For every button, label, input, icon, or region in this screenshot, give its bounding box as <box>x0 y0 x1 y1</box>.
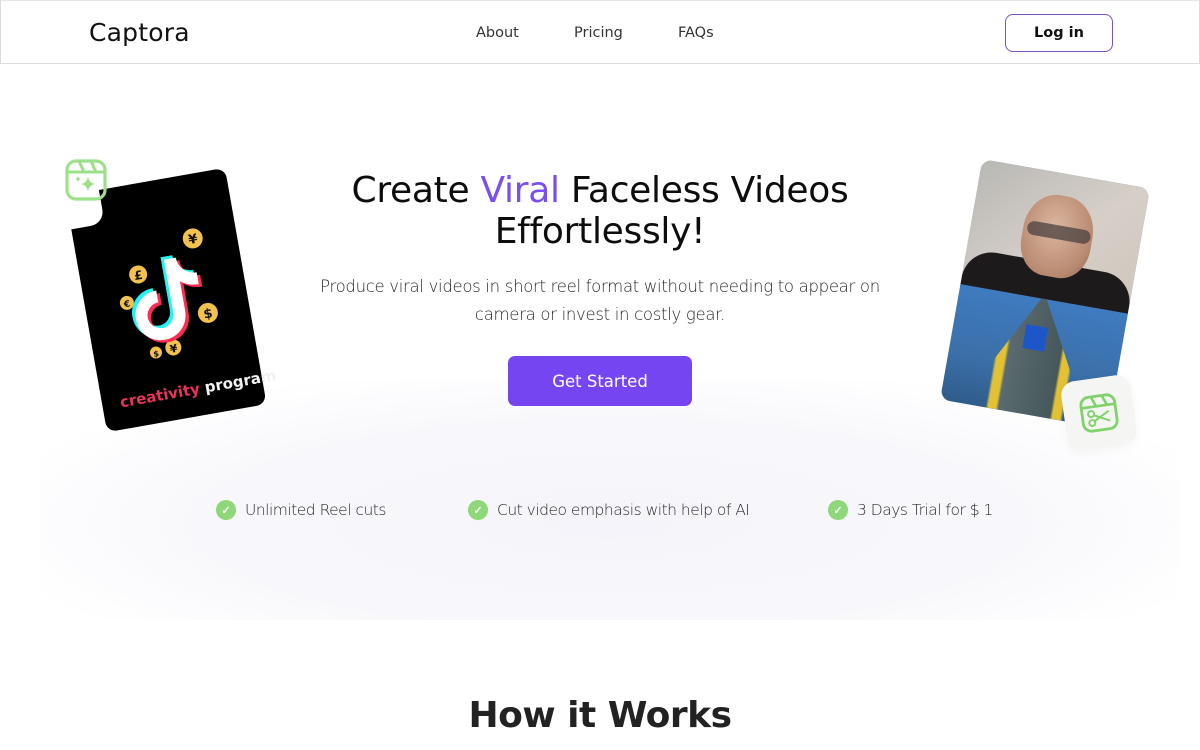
feature-label: Unlimited Reel cuts <box>245 501 386 519</box>
feature-label: Cut video emphasis with help of AI <box>497 501 750 519</box>
reel-scissors-badge <box>1059 373 1139 453</box>
feature-item: ✓ 3 Days Trial for $ 1 <box>828 500 993 520</box>
login-button[interactable]: Log in <box>1005 14 1113 52</box>
get-started-button[interactable]: Get Started <box>508 356 692 406</box>
gameplay-vehicle <box>1022 324 1049 352</box>
tiktok-logo-icon: ¥ £ € $ $ ¥ <box>119 228 218 359</box>
top-navbar: Captora About Pricing FAQs Log in <box>0 0 1200 64</box>
check-circle-icon: ✓ <box>828 500 848 520</box>
hero-subtitle: Produce viral videos in short reel forma… <box>320 277 880 324</box>
reel-scissors-icon <box>1079 393 1119 433</box>
coin-icon: £ <box>129 265 148 284</box>
feature-item: ✓ Cut video emphasis with help of AI <box>468 500 750 520</box>
feature-list: ✓ Unlimited Reel cuts ✓ Cut video emphas… <box>0 500 1200 524</box>
nav-link-about[interactable]: About <box>476 25 519 41</box>
hero-title: Create Viral Faceless Videos Effortlessl… <box>300 170 900 252</box>
creativity-program-label: creativity program <box>119 366 278 411</box>
creativity-word: creativity <box>118 379 202 412</box>
brand-logo[interactable]: Captora <box>89 18 190 47</box>
feature-label: 3 Days Trial for $ 1 <box>857 501 993 519</box>
title-accent-word: Viral <box>480 170 560 211</box>
check-circle-icon: ✓ <box>216 500 236 520</box>
coin-icon: $ <box>197 302 218 323</box>
check-circle-icon: ✓ <box>468 500 488 520</box>
nav-link-faqs[interactable]: FAQs <box>678 25 714 41</box>
nav-link-pricing[interactable]: Pricing <box>574 25 623 41</box>
feature-item: ✓ Unlimited Reel cuts <box>216 500 386 520</box>
how-it-works-heading: How it Works <box>468 695 732 736</box>
coin-icon: ¥ <box>182 228 203 249</box>
title-pre: Create <box>351 170 481 211</box>
reel-sparkle-icon <box>65 159 107 201</box>
coin-icon: $ <box>149 346 162 359</box>
